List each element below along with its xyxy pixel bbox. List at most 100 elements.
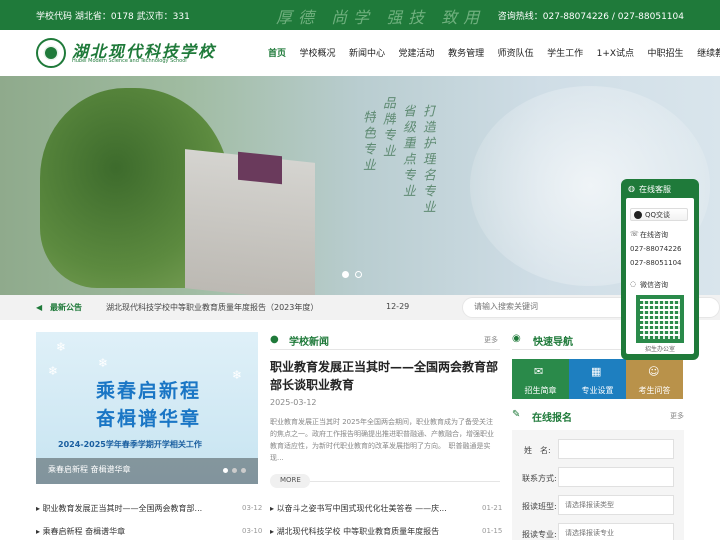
quick-nav-title: 快速导航 [533, 337, 573, 348]
compass-icon: ◉ [512, 333, 521, 344]
list-item[interactable]: ▸ 以奋斗之姿书写中国式现代化壮美答卷 ——庆... [270, 503, 447, 514]
snowflake-icon: ❄ [98, 356, 109, 370]
banner-slogan: 省级重点专业 [400, 104, 415, 200]
nav-item-students[interactable]: 学生工作 [547, 46, 583, 59]
school-motto: 厚德 尚学 强技 致用 [276, 8, 486, 27]
apply-more-link[interactable]: 更多 [670, 411, 684, 421]
nav-item-news[interactable]: 新闻中心 [349, 46, 385, 59]
wechat-qr-code [636, 295, 684, 343]
quick-nav-faq-button[interactable]: ☺ 考生问答 [626, 359, 683, 399]
school-codes: 学校代码 湖北省：0178 武汉市：331 [36, 12, 190, 22]
pencil-icon: ✎ [512, 409, 521, 420]
school-news-more-link[interactable]: 更多 [484, 335, 498, 345]
phone-number[interactable]: 027-88074226 [630, 245, 682, 253]
book-icon: ▦ [591, 365, 602, 378]
promo-line-1: 乘春启新程 [96, 380, 202, 402]
promo-caption-bar: 乘春启新程 奋楫谱华章 [36, 458, 258, 484]
contact-field [558, 467, 674, 487]
banner-dot[interactable] [355, 271, 362, 278]
promo-line-3: 2024-2025学年春季学期开学相关工作 [58, 440, 202, 449]
banner-dot[interactable] [342, 271, 349, 278]
quick-nav-label: 专业设置 [581, 386, 614, 395]
wechat-icon: ◌ [630, 280, 637, 288]
news-summary: 职业教育发展正当其时 2025年全国两会期间，职业教育成为了备受关注的焦点之一。… [270, 418, 494, 462]
banner-slogan: 打造护理名专业 [420, 104, 435, 216]
list-item[interactable]: ▸ 乘春启新程 奋楫谱华章 [36, 526, 125, 537]
quick-nav-admission-button[interactable]: ✉ 招生简章 [512, 359, 569, 399]
list-item[interactable]: ▸ 湖北现代科技学校 中等职业教育质量年度报告 [270, 526, 439, 537]
promo-dot[interactable] [223, 468, 228, 473]
name-field [558, 439, 674, 459]
form-label: 姓 名: [524, 446, 551, 455]
nav-item-continuing[interactable]: 继续教育 [697, 46, 720, 59]
qq-icon [634, 211, 642, 219]
list-item-date: 01-21 [482, 504, 503, 512]
notice-date: 12-29 [386, 302, 410, 311]
list-item-date: 03-12 [242, 504, 263, 512]
school-emblem-icon[interactable] [36, 38, 66, 68]
people-icon: ☺ [648, 365, 660, 378]
nav-item-1x[interactable]: 1+X试点 [597, 46, 634, 59]
form-label: 联系方式: [522, 474, 557, 483]
form-label: 报读班型: [522, 502, 557, 511]
top-bar: 学校代码 湖北省：0178 武汉市：331 厚德 尚学 强技 致用 咨询热线：0… [0, 0, 720, 30]
banner-slogan: 品牌专业 [380, 96, 395, 160]
wechat-label: 微信咨询 [640, 281, 668, 289]
promo-caption[interactable]: 乘春启新程 奋楫谱华章 [48, 464, 131, 475]
promo-pagination [219, 468, 246, 473]
snowflake-icon: ❄ [232, 368, 243, 382]
promo-line-2: 奋楫谱华章 [96, 408, 202, 430]
list-item[interactable]: ▸ 职业教育发展正当其时——全国两会教育部... [36, 503, 202, 514]
news-more-button[interactable]: MORE [270, 474, 310, 488]
class-type-input[interactable] [565, 501, 665, 509]
promo-dot[interactable] [232, 468, 237, 473]
divider [270, 349, 500, 350]
list-item-text: 乘春启新程 奋楫谱华章 [42, 527, 126, 536]
nav-item-faculty[interactable]: 师资队伍 [498, 46, 534, 59]
form-label: 报读专业: [522, 530, 557, 539]
list-item-text: 以奋斗之姿书写中国式现代化壮美答卷 ——庆... [276, 504, 447, 513]
header: 湖北现代科技学校 Hubei Modern Science and Techno… [0, 30, 720, 76]
envelope-icon: ✉ [534, 365, 544, 378]
hotline: 咨询热线：027-88074226 / 027-88051104 [497, 12, 684, 22]
online-service-panel: ◍ 在线客服 QQ交谈 ☏ 在线咨询 027-88074226 027-8805… [621, 179, 699, 360]
quick-nav-majors-button[interactable]: ▦ 专业设置 [569, 359, 626, 399]
nav-item-overview[interactable]: 学校概况 [300, 46, 336, 59]
quick-nav-label: 考生问答 [638, 386, 671, 395]
nav-item-home[interactable]: 首页 [268, 46, 286, 59]
apply-title: 在线报名 [532, 413, 572, 424]
school-news-title: 学校新闻 [289, 337, 329, 348]
list-item-text: 职业教育发展正当其时——全国两会教育部... [42, 504, 203, 513]
snowflake-icon: ❄ [48, 364, 59, 378]
contact-input[interactable] [565, 473, 665, 481]
notice-label: 最新公告 [50, 303, 82, 312]
notice-text[interactable]: 湖北现代科技学校中等职业教育质量年度报告（2023年度） [106, 302, 318, 313]
nav-item-academic[interactable]: 教务管理 [448, 46, 484, 59]
headset-icon: ◍ [628, 184, 635, 193]
class-type-select [558, 495, 674, 515]
quick-nav-label: 招生简章 [524, 386, 557, 395]
banner-slogan: 特色专业 [360, 110, 375, 174]
hero-banner[interactable]: 打造护理名专业 省级重点专业 品牌专业 特色专业 [0, 76, 720, 295]
nav-item-party[interactable]: 党建活动 [399, 46, 435, 59]
list-item-date: 03-10 [242, 527, 263, 535]
name-input[interactable] [565, 445, 665, 453]
qq-label: QQ交谈 [645, 211, 671, 219]
phone-number[interactable]: 027-88051104 [630, 259, 682, 267]
megaphone-icon: ◀ [36, 303, 43, 312]
list-item-text: 湖北现代科技学校 中等职业教育质量年度报告 [276, 527, 440, 536]
news-bullet-icon: ● [270, 334, 279, 345]
service-title: 在线客服 [639, 185, 671, 194]
snowflake-icon: ❄ [56, 340, 67, 354]
school-name-en: Hubei Modern Science and Technology Scho… [72, 58, 187, 64]
building-sign [238, 151, 282, 185]
nav-item-admission[interactable]: 中职招生 [648, 46, 684, 59]
news-date: 2025-03-12 [270, 398, 317, 407]
qq-chat-button[interactable]: QQ交谈 [630, 208, 688, 221]
promo-dot[interactable] [241, 468, 246, 473]
major-input[interactable] [565, 529, 665, 537]
news-headline[interactable]: 职业教育发展正当其时——全国两会教育部部长谈职业教育 [270, 358, 500, 394]
promo-slideshow[interactable]: ❄ ❄ ❄ ❄ 乘春启新程 奋楫谱华章 2024-2025学年春季学期开学相关工… [36, 332, 258, 484]
consult-label: 在线咨询 [640, 231, 668, 239]
banner-pagination [342, 271, 368, 278]
